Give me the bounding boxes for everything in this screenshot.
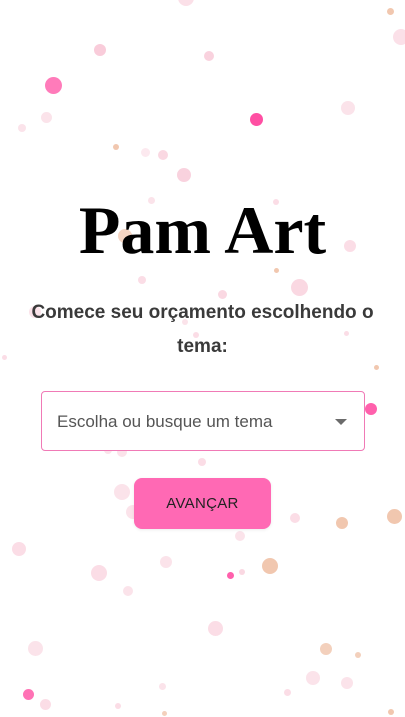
page-title: Pam Art [78, 192, 327, 268]
page-subtitle: Comece seu orçamento escolhendo o tema: [31, 302, 374, 357]
chevron-down-icon [335, 419, 347, 425]
next-button[interactable]: AVANÇAR [134, 478, 271, 529]
theme-select[interactable]: Escolha ou busque um tema [41, 391, 365, 451]
theme-select-placeholder: Escolha ou busque um tema [57, 412, 273, 431]
theme-selection-screen: Pam Art Comece seu orçamento escolhendo … [0, 0, 405, 717]
